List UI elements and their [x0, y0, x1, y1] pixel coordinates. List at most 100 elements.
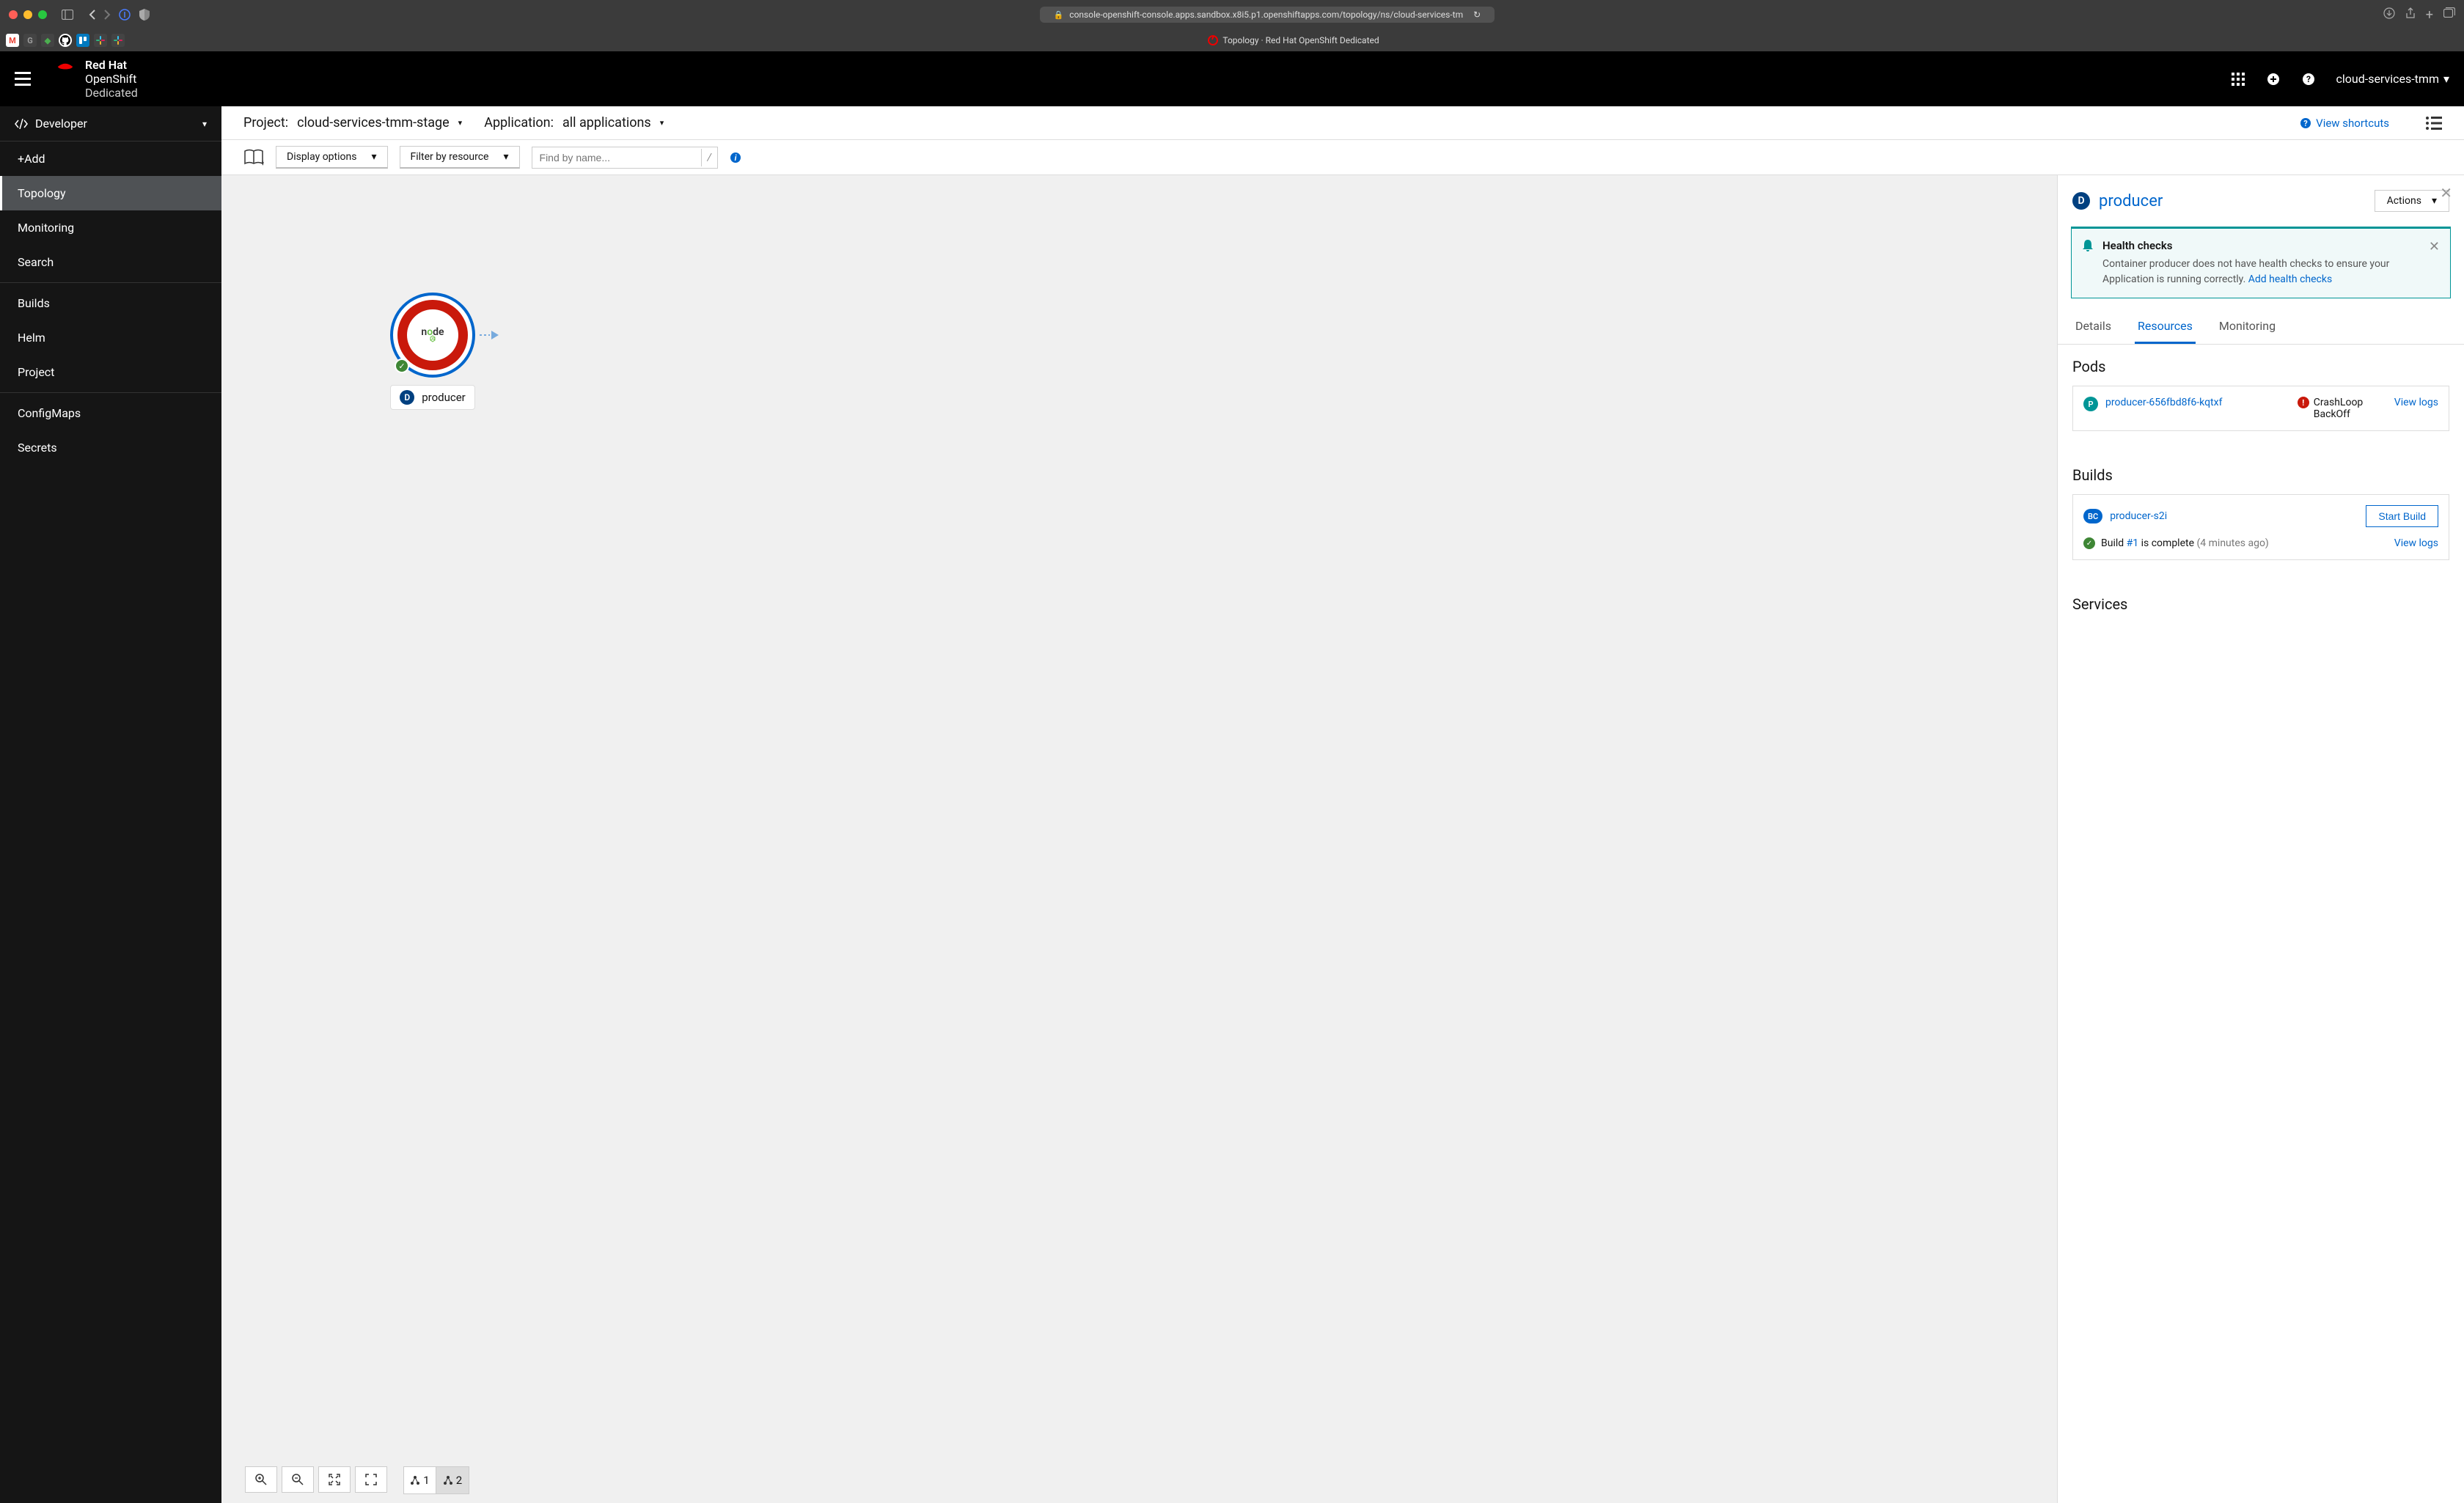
bookmark-trello[interactable] [76, 34, 89, 47]
buildconfig-badge: BC [2083, 509, 2102, 523]
bookmark-github[interactable] [59, 34, 72, 47]
display-options-dropdown[interactable]: Display options ▾ [276, 146, 388, 169]
bookmark-2[interactable]: G [23, 34, 37, 47]
list-view-toggle[interactable] [2426, 117, 2442, 130]
reset-view-button[interactable] [355, 1466, 387, 1493]
panel-tabs: Details Resources Monitoring [2058, 310, 2464, 345]
application-selector[interactable]: Application: all applications ▾ [484, 115, 664, 131]
chevron-down-icon: ▾ [458, 118, 463, 128]
builds-heading: Builds [2072, 466, 2449, 484]
nav-add[interactable]: +Add [0, 142, 221, 176]
shield-icon[interactable] [139, 9, 150, 21]
start-build-button[interactable]: Start Build [2366, 505, 2438, 527]
perspective-switcher[interactable]: Developer ▾ [0, 106, 221, 142]
svg-text:+: + [260, 158, 264, 166]
pod-link[interactable]: producer-656fbd8f6-kqtxf [2105, 397, 2222, 408]
bookmark-3[interactable]: ◆ [41, 34, 54, 47]
nav-project[interactable]: Project [0, 355, 221, 389]
sidebar-toggle-icon[interactable] [62, 10, 73, 20]
tab-monitoring[interactable]: Monitoring [2216, 310, 2278, 344]
layout-1-button[interactable]: 1 [404, 1467, 436, 1493]
nav-search[interactable]: Search [0, 245, 221, 279]
add-icon[interactable] [2266, 72, 2281, 87]
build-view-logs-link[interactable]: View logs [2394, 537, 2438, 549]
nav-topology[interactable]: Topology [0, 176, 221, 210]
buildconfig-link[interactable]: producer-s2i [2110, 510, 2167, 522]
svg-text:JS: JS [430, 337, 435, 342]
brand-line3: Dedicated [85, 86, 138, 100]
filter-resource-dropdown[interactable]: Filter by resource ▾ [400, 146, 520, 169]
download-icon[interactable] [2383, 7, 2395, 23]
brand-line2: OpenShift [85, 72, 138, 86]
info-icon[interactable]: i [730, 152, 741, 163]
perspective-label: Developer [35, 117, 87, 131]
actions-dropdown[interactable]: Actions ▾ [2375, 190, 2449, 212]
add-health-checks-link[interactable]: Add health checks [2248, 273, 2332, 285]
catalog-icon[interactable]: + [243, 149, 264, 166]
app-header: Red Hat OpenShift Dedicated ? cloud-serv… [0, 51, 2464, 106]
layout-2-button[interactable]: 2 [436, 1467, 469, 1493]
chevron-down-icon: ▾ [202, 119, 207, 129]
nav-helm[interactable]: Helm [0, 320, 221, 355]
services-heading: Services [2072, 595, 2449, 613]
url-bar[interactable]: 🔒 console-openshift-console.apps.sandbox… [1040, 7, 1495, 23]
nav-monitoring[interactable]: Monitoring [0, 210, 221, 245]
node-status-icon: ✓ [395, 359, 409, 373]
extension-icon-1[interactable] [119, 9, 131, 21]
chevron-down-icon: ▾ [371, 151, 376, 163]
nav-builds[interactable]: Builds [0, 286, 221, 320]
minimize-window-button[interactable] [23, 10, 32, 19]
deployment-badge: D [2072, 192, 2090, 210]
fit-button[interactable] [318, 1466, 351, 1493]
chevron-down-icon: ▾ [2432, 195, 2437, 207]
search-input[interactable] [532, 147, 701, 168]
connector-arrow-icon[interactable] [480, 328, 500, 342]
pod-badge: P [2083, 397, 2098, 411]
share-icon[interactable] [2405, 7, 2416, 23]
nav-secrets[interactable]: Secrets [0, 430, 221, 465]
help-icon[interactable]: ? [2301, 72, 2316, 87]
chevron-down-icon: ▾ [2443, 72, 2449, 86]
project-selector[interactable]: Project: cloud-services-tmm-stage ▾ [243, 115, 462, 131]
apps-icon[interactable] [2231, 72, 2245, 87]
reload-icon[interactable]: ↻ [1473, 10, 1481, 20]
alert-close-button[interactable]: ✕ [2429, 239, 2440, 287]
build-number-link[interactable]: #1 [2127, 537, 2139, 549]
details-panel: ✕ D producer Actions ▾ Health checks [2057, 175, 2464, 1503]
brand-logo[interactable]: Red Hat OpenShift Dedicated [53, 58, 138, 100]
deployment-badge: D [400, 390, 414, 405]
error-icon: ! [2298, 397, 2309, 408]
topology-canvas[interactable]: nodeJS ✓ D producer [221, 175, 2057, 1503]
build-status-text: Build #1 is complete (4 minutes ago) [2101, 537, 2269, 549]
node-runtime-icon: nodeJS [407, 309, 458, 361]
close-panel-button[interactable]: ✕ [2440, 184, 2452, 202]
bell-icon [2082, 239, 2094, 287]
topology-node-producer[interactable]: nodeJS ✓ D producer [390, 293, 475, 410]
chevron-down-icon: ▾ [660, 118, 664, 128]
user-menu[interactable]: cloud-services-tmm ▾ [2336, 72, 2449, 86]
node-label[interactable]: D producer [390, 385, 475, 410]
window-controls [9, 10, 47, 19]
close-window-button[interactable] [9, 10, 18, 19]
forward-button[interactable] [103, 9, 111, 21]
nav-configmaps[interactable]: ConfigMaps [0, 396, 221, 430]
services-section: Services [2058, 582, 2464, 636]
page-title: Topology · Red Hat OpenShift Dedicated [1222, 35, 1379, 45]
tab-resources[interactable]: Resources [2135, 310, 2196, 344]
tab-details[interactable]: Details [2072, 310, 2114, 344]
bookmark-gmail[interactable]: M [6, 34, 19, 47]
bookmark-slack-1[interactable] [94, 34, 107, 47]
maximize-window-button[interactable] [38, 10, 47, 19]
bookmark-slack-2[interactable] [111, 34, 125, 47]
zoom-in-button[interactable] [245, 1466, 277, 1493]
panel-title[interactable]: producer [2099, 192, 2163, 210]
back-button[interactable] [88, 9, 97, 21]
zoom-out-button[interactable] [282, 1466, 314, 1493]
pod-view-logs-link[interactable]: View logs [2394, 397, 2438, 408]
menu-toggle-button[interactable] [15, 72, 31, 86]
svg-text:?: ? [2303, 119, 2308, 128]
new-tab-icon[interactable]: + [2426, 7, 2433, 23]
tab-overview-icon[interactable] [2443, 7, 2455, 23]
view-shortcuts-link[interactable]: ? View shortcuts [2300, 117, 2389, 130]
svg-text:?: ? [2306, 74, 2311, 84]
